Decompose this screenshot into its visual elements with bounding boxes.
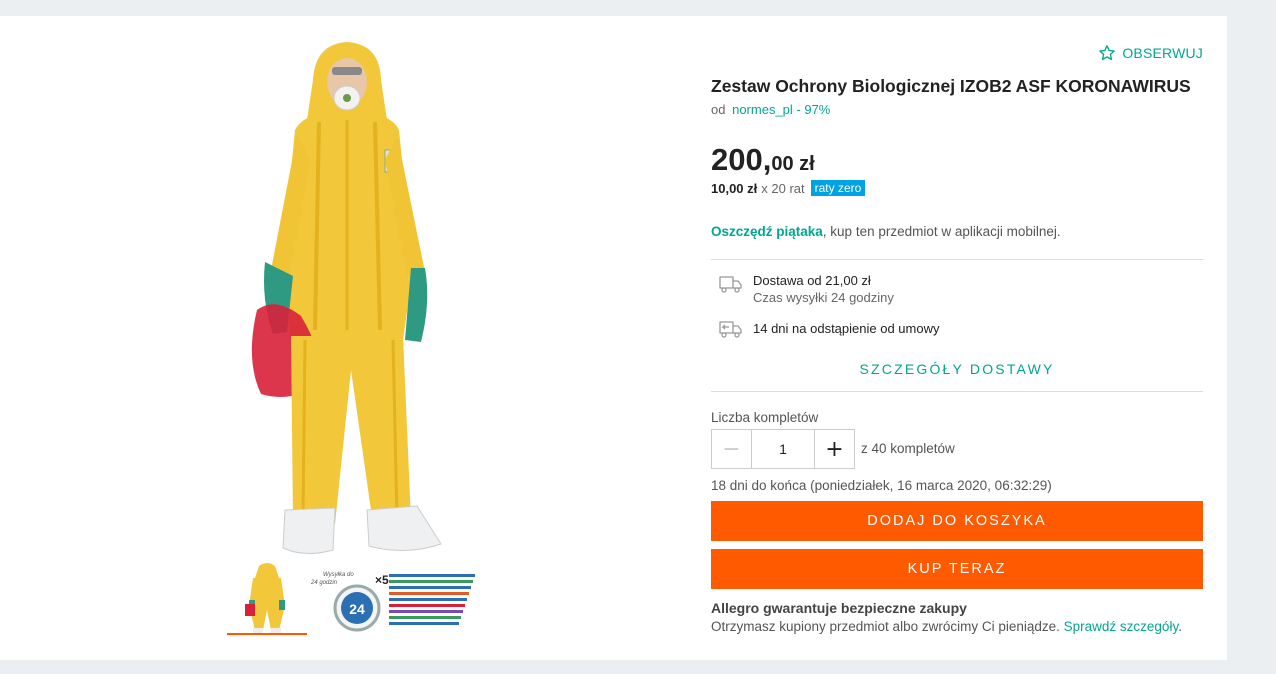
quantity-decrement-button[interactable]: − xyxy=(712,430,751,468)
product-main-image[interactable] xyxy=(235,40,455,560)
thumb-badge-line2: 24 godzin xyxy=(310,580,338,586)
thumbnail-shipping-info[interactable]: Wysyłka do 24 godzin 24 ×5 xyxy=(309,560,479,635)
price: 200,00 zł xyxy=(711,142,815,178)
return-truck-icon xyxy=(719,321,742,338)
returns-info: 14 dni na odstąpienie od umowy xyxy=(719,319,939,339)
quantity-max: z 40 kompletów xyxy=(861,441,955,456)
installment-count: x 20 rat xyxy=(761,180,805,196)
promo-text: , kup ten przedmiot w aplikacji mobilnej… xyxy=(822,224,1061,239)
installments: 10,00 zł x 20 rat raty zero xyxy=(711,180,866,196)
returns-text: 14 dni na odstąpienie od umowy xyxy=(753,321,940,336)
seller-prefix: od xyxy=(711,102,726,117)
thumbnail-strip: Wysyłka do 24 godzin 24 ×5 xyxy=(227,560,487,638)
installment-amount: 10,00 zł xyxy=(711,180,758,196)
quantity-input[interactable] xyxy=(751,430,815,468)
guarantee-text: Otrzymasz kupiony przedmiot albo zwrócim… xyxy=(711,619,1182,634)
buy-now-button[interactable]: KUP TERAZ xyxy=(711,549,1203,589)
thumbnail-suit[interactable] xyxy=(227,560,307,635)
guarantee-details-link[interactable]: Sprawdź szczegóły xyxy=(1064,619,1179,634)
watch-label: OBSERWUJ xyxy=(1122,45,1203,61)
promo-highlight: Oszczędź piątaka xyxy=(711,224,823,239)
thumb-badge-number: 24 xyxy=(349,601,365,617)
delivery-cost-text: Dostawa od 21,00 zł xyxy=(753,273,871,288)
seller-link[interactable]: normes_pl - 97% xyxy=(732,102,830,117)
price-main: 200, xyxy=(711,142,772,177)
quantity-label: Liczba kompletów xyxy=(711,410,819,425)
truck-icon xyxy=(719,276,742,293)
quantity-stepper: − + xyxy=(711,429,855,469)
thumb-badge-multiplier: ×5 xyxy=(375,573,389,587)
mobile-promo: Oszczędź piątaka, kup ten przedmiot w ap… xyxy=(711,224,1061,239)
product-title: Zestaw Ochrony Biologicznej IZOB2 ASF KO… xyxy=(711,76,1191,96)
divider xyxy=(711,391,1203,392)
seller-info: od normes_pl - 97% xyxy=(711,102,830,117)
delivery-time-text: Czas wysyłki 24 godziny xyxy=(753,290,894,305)
offer-ending: 18 dni do końca (poniedziałek, 16 marca … xyxy=(711,478,1052,493)
price-fraction: 00 zł xyxy=(771,153,815,175)
add-to-cart-button[interactable]: DODAJ DO KOSZYKA xyxy=(711,501,1203,541)
installment-badge[interactable]: raty zero xyxy=(810,180,866,196)
delivery-cost: Dostawa od 21,00 zł Czas wysyłki 24 godz… xyxy=(719,273,894,305)
product-card: Wysyłka do 24 godzin 24 ×5 OBSERWUJ Zest… xyxy=(0,16,1227,660)
star-outline-icon xyxy=(1099,45,1116,61)
guarantee-title: Allegro gwarantuje bezpieczne zakupy xyxy=(711,600,967,616)
guarantee-body: Otrzymasz kupiony przedmiot albo zwrócim… xyxy=(711,619,1064,634)
delivery-details-link[interactable]: SZCZEGÓŁY DOSTAWY xyxy=(711,361,1203,377)
divider xyxy=(711,259,1203,260)
thumb-badge-line1: Wysyłka do xyxy=(323,572,354,578)
quantity-increment-button[interactable]: + xyxy=(815,430,854,468)
watch-button[interactable]: OBSERWUJ xyxy=(1098,44,1203,62)
guarantee-end: . xyxy=(1178,619,1182,634)
